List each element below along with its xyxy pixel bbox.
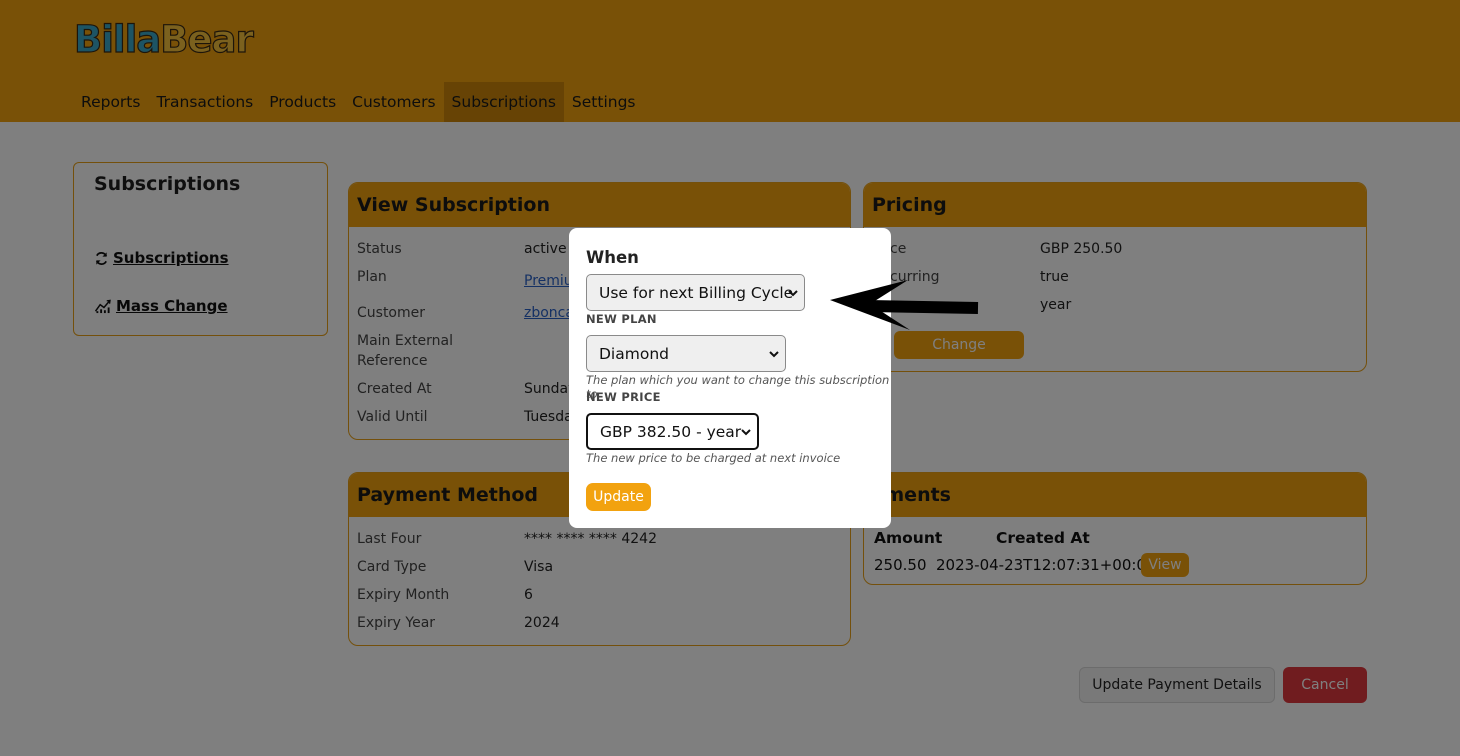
new-plan-value: Diamond: [599, 344, 669, 363]
when-select-value: Use for next Billing Cycle: [599, 283, 794, 302]
new-price-help: The new price to be charged at next invo…: [586, 451, 841, 465]
when-label: When: [586, 248, 639, 267]
chevron-down-icon: [769, 350, 779, 357]
arrow-icon: [830, 280, 979, 330]
chevron-down-icon: [788, 289, 798, 296]
new-plan-select[interactable]: Diamond: [586, 335, 786, 372]
new-price-select[interactable]: GBP 382.50 - year: [586, 413, 759, 450]
update-button[interactable]: Update: [586, 483, 651, 511]
change-plan-modal: When Use for next Billing Cycle NEW PLAN…: [569, 228, 891, 528]
new-price-value: GBP 382.50 - year: [600, 422, 742, 441]
chevron-down-icon: [741, 428, 751, 435]
new-price-label: NEW PRICE: [586, 390, 661, 404]
new-plan-label: NEW PLAN: [586, 312, 657, 326]
when-select[interactable]: Use for next Billing Cycle: [586, 274, 805, 311]
